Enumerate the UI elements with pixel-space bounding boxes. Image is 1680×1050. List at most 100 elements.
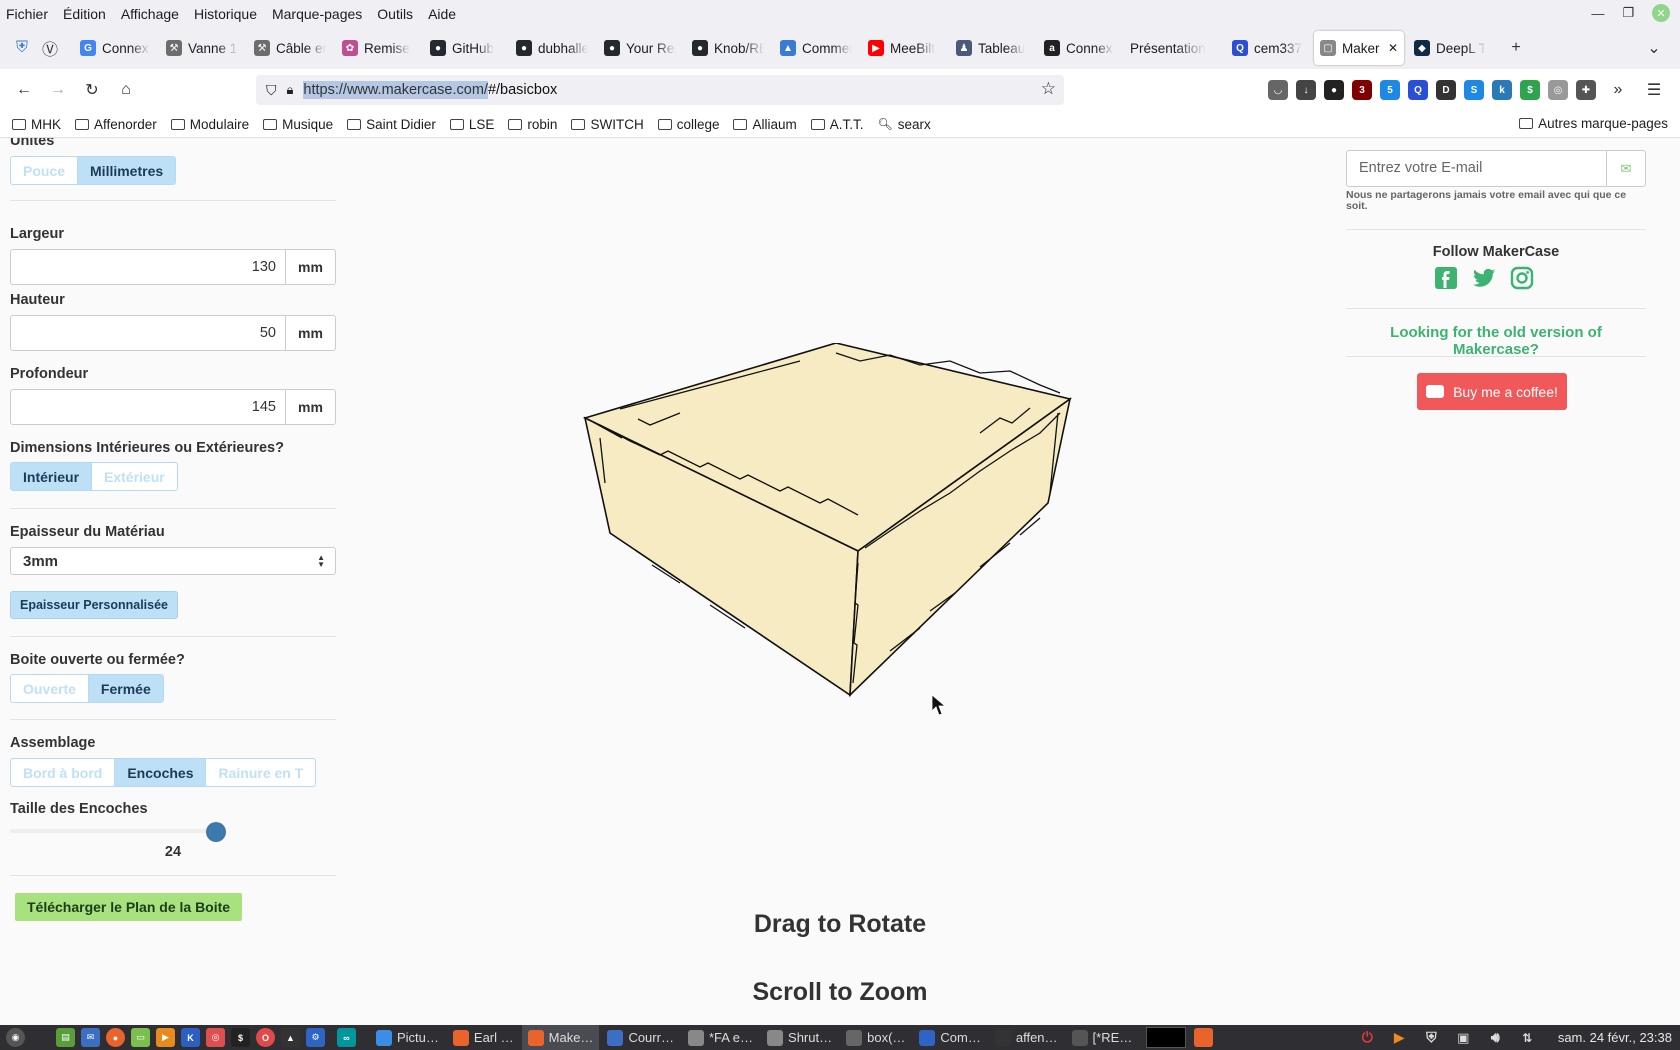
tab-size-slider-thumb[interactable] <box>206 822 226 842</box>
inkscape-icon[interactable]: ▲ <box>281 1028 300 1047</box>
back-icon[interactable]: ← <box>10 76 38 104</box>
pocket-icon[interactable]: ◡ <box>1268 80 1288 100</box>
thickness-select[interactable]: 3mm ▲ ▼ <box>10 547 336 575</box>
taskbar-task[interactable]: Com… <box>913 1025 986 1050</box>
taskbar-task[interactable]: Make… <box>521 1025 600 1050</box>
taskbar-task[interactable]: *FA e… <box>682 1025 759 1050</box>
bookmark-item[interactable]: Musique <box>263 117 333 132</box>
tab-13[interactable]: Qcem337 <box>1226 31 1310 65</box>
folder-app-icon[interactable]: ▭ <box>131 1028 150 1047</box>
new-tab-icon[interactable]: + <box>1502 34 1530 62</box>
s-icon[interactable]: S <box>1464 80 1484 100</box>
tracking-shield-icon[interactable]: ⛉ <box>266 82 277 99</box>
joint-option-flat[interactable]: Bord à bord <box>11 759 114 786</box>
menu-history[interactable]: Historique <box>194 6 257 22</box>
box-3d-viewer[interactable] <box>560 343 1100 718</box>
bookmark-item[interactable]: A.T.T. <box>810 117 864 132</box>
clipboard-icon[interactable]: ▣ <box>1454 1028 1473 1047</box>
mail-icon[interactable]: ✉ <box>81 1028 100 1047</box>
depth-value[interactable]: 145 <box>11 390 285 424</box>
dom-icon[interactable]: D <box>1436 80 1456 100</box>
qwant-icon[interactable]: Q <box>1408 80 1428 100</box>
height-value[interactable]: 50 <box>11 316 285 350</box>
arduino-icon[interactable]: ∞ <box>337 1028 356 1047</box>
tab-8[interactable]: ▲ Commer <box>774 31 858 65</box>
bookmark-item[interactable]: college <box>657 117 719 132</box>
krita-icon[interactable]: K <box>181 1028 200 1047</box>
reload-icon[interactable]: ↻ <box>78 76 106 104</box>
units-option-mm[interactable]: Millimetres <box>77 157 176 184</box>
hamburger-menu-icon[interactable]: ☰ <box>1640 76 1668 104</box>
height-input[interactable]: 50 mm <box>10 315 336 351</box>
clock[interactable]: sam. 24 févr., 23:38 <box>1558 1030 1672 1045</box>
dimension-option-exterior[interactable]: Extérieur <box>91 463 177 490</box>
settings-icon[interactable]: ⚙ <box>306 1028 325 1047</box>
money-icon[interactable]: $ <box>1520 80 1540 100</box>
overflow-chevron-icon[interactable]: » <box>1604 76 1632 104</box>
tab-0[interactable]: G Connexi <box>74 31 156 65</box>
tab-5[interactable]: ● dubhalle <box>510 31 594 65</box>
bookmark-item[interactable]: 🔍︎ searx <box>878 117 931 132</box>
units-option-inch[interactable]: Pouce <box>11 157 77 184</box>
menu-edit[interactable]: Édition <box>63 6 106 22</box>
buy-coffee-button[interactable]: Buy me a coffee! <box>1417 373 1567 410</box>
tab-list-chevron-icon[interactable]: ⌄ <box>1640 34 1668 62</box>
download-icon[interactable]: ↓ <box>1296 80 1316 100</box>
network-icon[interactable]: ⇅ <box>1518 1028 1537 1047</box>
vlc-icon[interactable]: ▶ <box>1390 1028 1409 1047</box>
width-value[interactable]: 130 <box>11 250 285 284</box>
shield-icon[interactable]: ⛨ <box>8 34 36 62</box>
volume-icon[interactable]: 🔊︎ <box>1486 1028 1505 1047</box>
old-version-link[interactable]: Looking for the old version of Makercase… <box>1346 324 1646 358</box>
vivaldi-icon[interactable]: Ⓥ <box>36 34 64 62</box>
media-player-icon[interactable]: ▶ <box>156 1028 175 1047</box>
joint-option-finger[interactable]: Encoches <box>114 759 206 786</box>
bookmark-item[interactable]: Alliaum <box>733 117 797 132</box>
k-icon[interactable]: k <box>1492 80 1512 100</box>
bookmark-item[interactable]: Saint Didier <box>347 117 436 132</box>
workspace-preview[interactable] <box>1146 1027 1187 1048</box>
bookmark-item[interactable]: SWITCH <box>571 117 644 132</box>
option-open[interactable]: Ouverte <box>11 675 88 702</box>
twitter-icon[interactable] <box>1472 266 1496 290</box>
bookmark-star-icon[interactable]: ☆ <box>1041 79 1056 99</box>
tab-14[interactable]: ▢ Maker ✕ <box>1314 31 1404 65</box>
taskbar-task[interactable]: box(… <box>840 1025 911 1050</box>
joint-option-tslot[interactable]: Rainure en T <box>205 759 315 786</box>
tab-15[interactable]: ◆ DeepL T <box>1408 31 1492 65</box>
lock-icon[interactable]: 🔒︎ <box>287 82 294 98</box>
home-icon[interactable]: ⌂ <box>112 76 140 104</box>
menu-tools[interactable]: Outils <box>377 6 413 22</box>
forward-icon[interactable]: → <box>44 76 72 104</box>
ublock-icon[interactable]: 3 <box>1352 80 1372 100</box>
download-plan-button[interactable]: Télécharger le Plan de la Boite <box>15 893 243 921</box>
instagram-icon[interactable] <box>1510 266 1534 290</box>
newsletter-email-input[interactable]: Entrez votre E-mail ✉ <box>1346 150 1646 187</box>
option-closed[interactable]: Fermée <box>87 675 163 702</box>
close-tab-icon[interactable]: ✕ <box>1384 41 1398 55</box>
envelope-icon[interactable]: ✉ <box>1606 151 1645 186</box>
dimension-option-interior[interactable]: Intérieur <box>11 463 92 490</box>
security-shield-icon[interactable]: ⛨ <box>1422 1028 1441 1047</box>
tab-6[interactable]: ● Your Rep <box>598 31 682 65</box>
start-menu-icon[interactable]: ◉ <box>6 1028 25 1047</box>
taskbar-task[interactable]: affen… <box>989 1025 1064 1050</box>
custom-thickness-button[interactable]: Epaisseur Personnalisée <box>10 591 178 619</box>
menu-view[interactable]: Affichage <box>121 6 179 22</box>
menu-help[interactable]: Aide <box>428 6 456 22</box>
taskbar-task[interactable]: [*RE… <box>1066 1025 1139 1050</box>
depth-input[interactable]: 145 mm <box>10 389 336 425</box>
other-bookmarks[interactable]: Autres marque-pages <box>1519 116 1668 131</box>
screenshot-icon[interactable]: ◎ <box>206 1028 225 1047</box>
tab-12[interactable]: Présentation <box>1124 31 1222 65</box>
bookmark-item[interactable]: robin <box>508 117 557 132</box>
menu-bookmarks[interactable]: Marque-pages <box>272 6 362 22</box>
tab-9[interactable]: ▶ MeeBilt <box>862 31 946 65</box>
bookmark-item[interactable]: Affenorder <box>75 117 157 132</box>
bookmark-item[interactable]: Modulaire <box>170 117 249 132</box>
tab-3[interactable]: ✿ Remise <box>336 31 420 65</box>
puzzle-icon[interactable]: ✚ <box>1576 80 1596 100</box>
email-placeholder[interactable]: Entrez votre E-mail <box>1347 151 1606 186</box>
bookmark-item[interactable]: LSE <box>449 117 494 132</box>
taskbar-task[interactable]: Courr… <box>601 1025 680 1050</box>
